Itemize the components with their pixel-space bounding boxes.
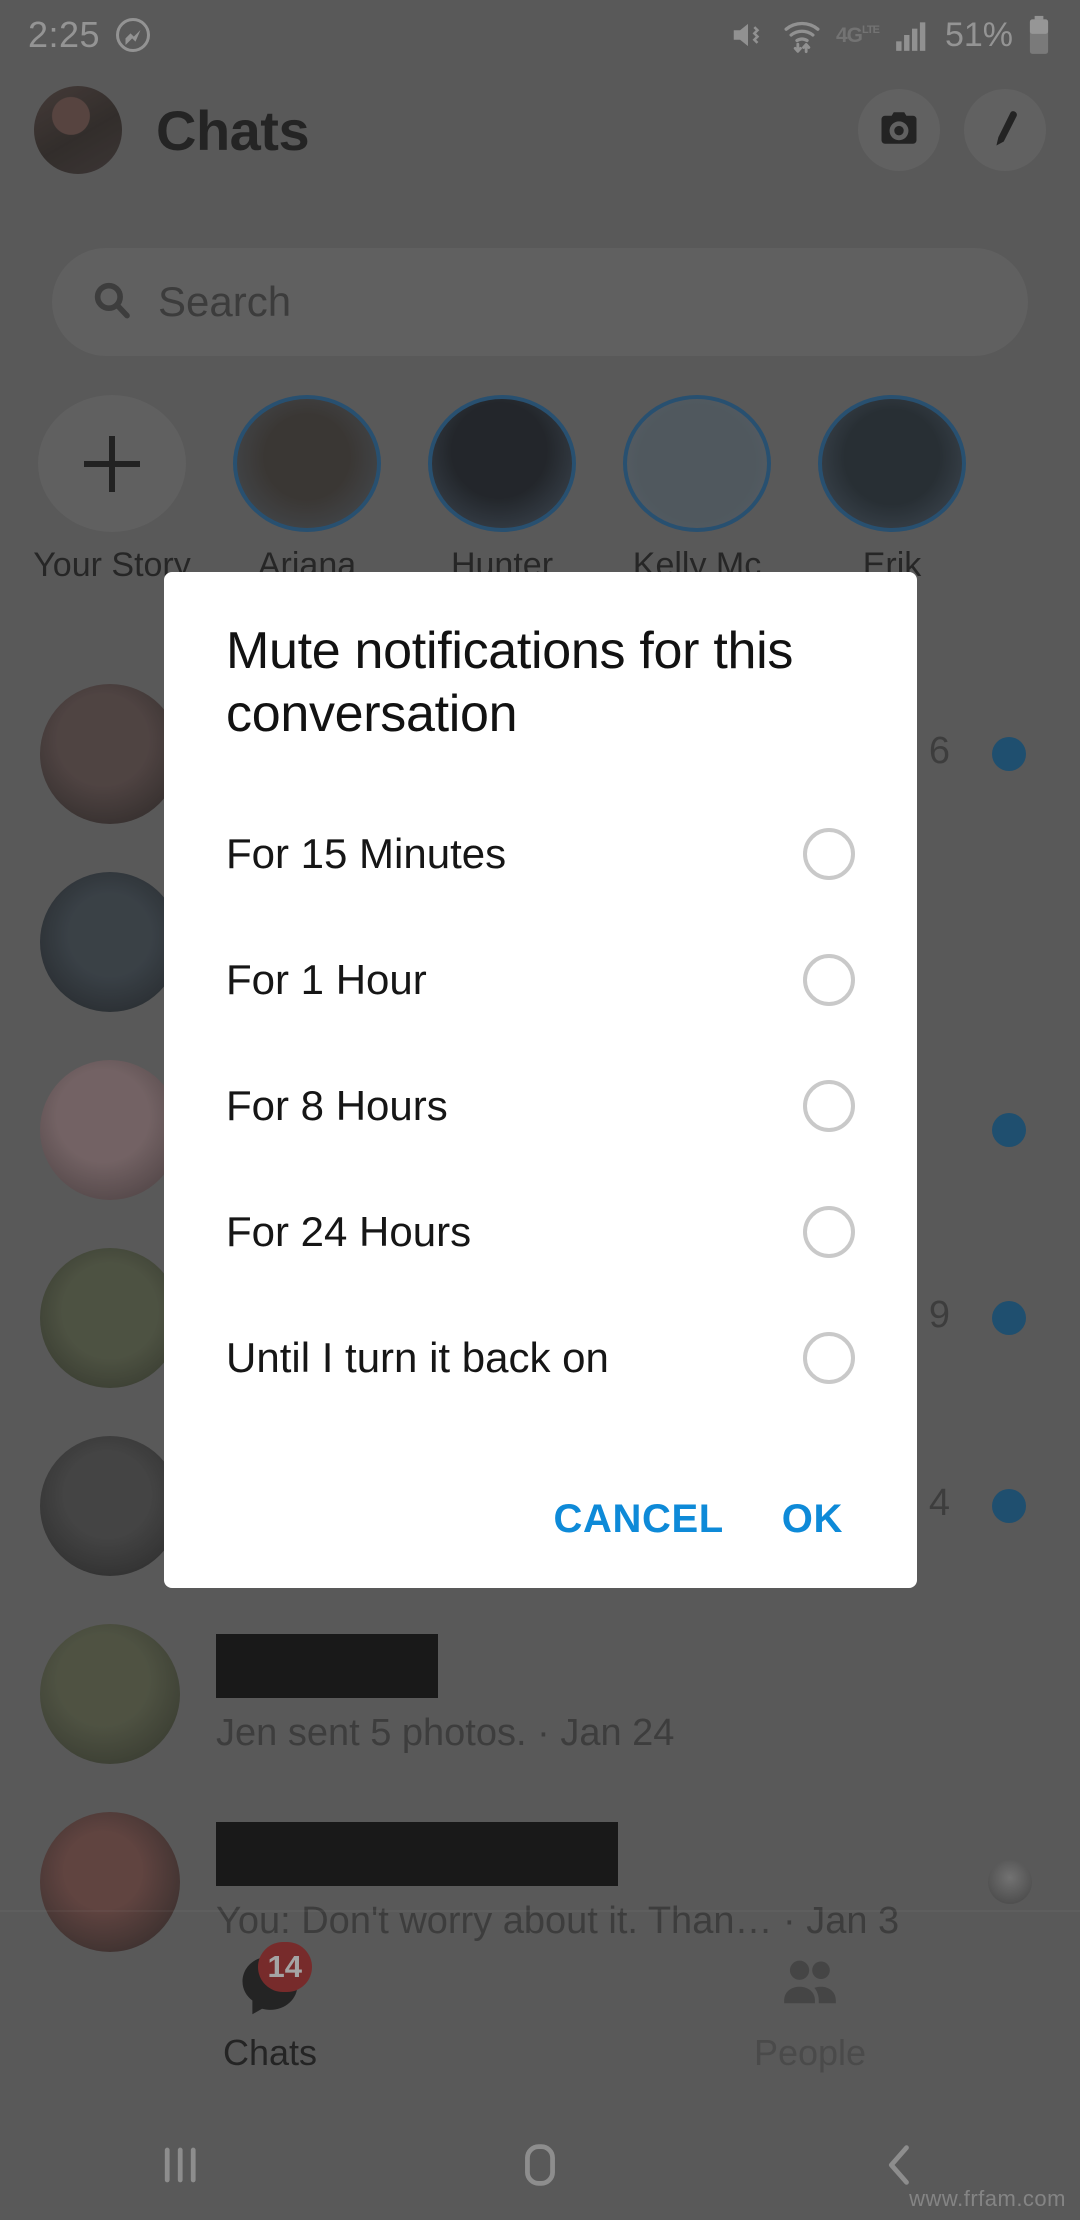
dialog-actions: CANCEL OK xyxy=(164,1497,917,1588)
option-for-24-hours[interactable]: For 24 Hours xyxy=(164,1169,917,1295)
radio-button[interactable] xyxy=(803,1331,855,1384)
radio-button[interactable] xyxy=(803,827,855,880)
option-for-8-hours[interactable]: For 8 Hours xyxy=(164,1043,917,1169)
dialog-title: Mute notifications for this conversation xyxy=(226,622,794,744)
option-label: For 15 Minutes xyxy=(226,829,507,877)
option-label: For 24 Hours xyxy=(226,1207,472,1255)
option-until-i-turn-it-back-on[interactable]: Until I turn it back on xyxy=(164,1295,917,1421)
cancel-button[interactable]: CANCEL xyxy=(554,1497,724,1542)
mute-notifications-dialog: Mute notifications for this conversation… xyxy=(164,572,917,1588)
option-for-15-minutes[interactable]: For 15 Minutes xyxy=(164,791,917,917)
radio-button[interactable] xyxy=(803,953,855,1006)
option-label: Until I turn it back on xyxy=(226,1333,609,1381)
option-for-1-hour[interactable]: For 1 Hour xyxy=(164,917,917,1043)
mute-duration-options: For 15 Minutes For 1 Hour For 8 Hours Fo… xyxy=(164,791,917,1421)
option-label: For 1 Hour xyxy=(226,955,427,1003)
radio-button[interactable] xyxy=(803,1079,855,1132)
radio-button[interactable] xyxy=(803,1205,855,1258)
ok-button[interactable]: OK xyxy=(782,1497,843,1542)
option-label: For 8 Hours xyxy=(226,1081,448,1129)
